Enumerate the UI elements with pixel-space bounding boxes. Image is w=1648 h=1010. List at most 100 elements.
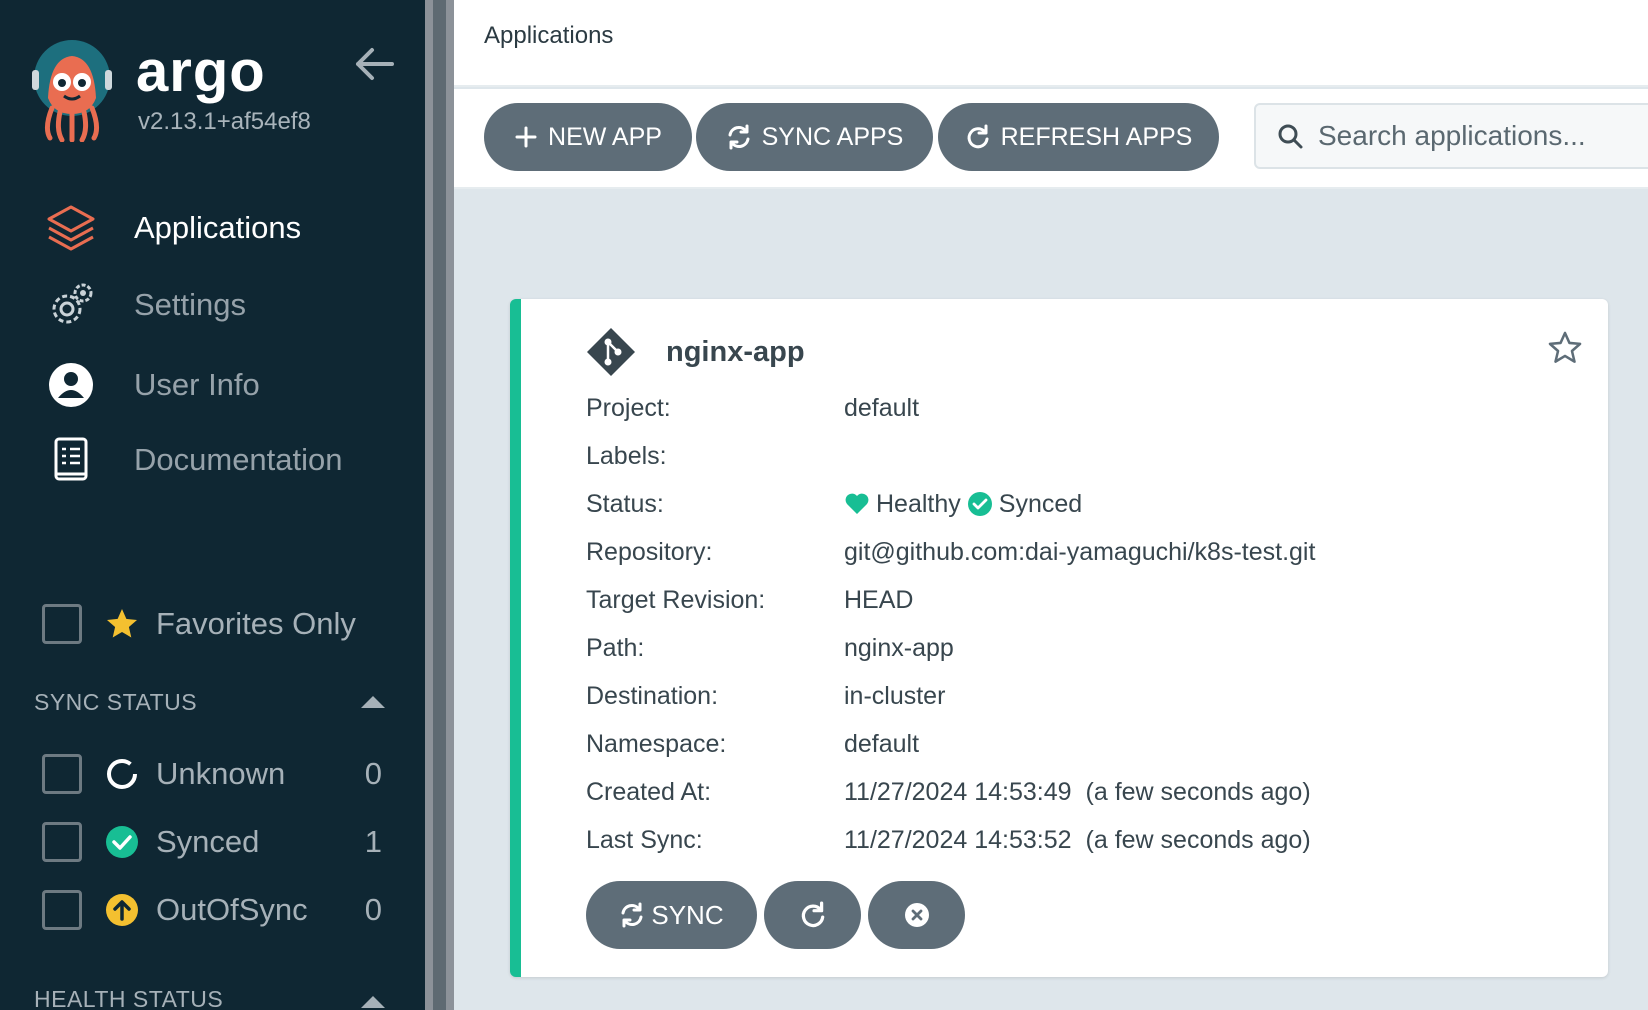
prop-key: Status:: [586, 489, 664, 518]
health-status-title: HEALTH STATUS: [34, 986, 224, 1010]
prop-last-sync: Last Sync: 11/27/2024 14:53:52 (a few se…: [586, 816, 1315, 864]
namespace-value: default: [844, 729, 920, 758]
prop-key: Destination:: [586, 681, 719, 710]
delete-button[interactable]: [868, 881, 965, 949]
destination-value: in-cluster: [844, 681, 946, 710]
prop-labels: Labels:: [586, 432, 1315, 480]
app-name[interactable]: nginx-app: [666, 336, 805, 369]
nav-applications-label: Applications: [134, 210, 302, 245]
app-properties: Project: default Labels: Status: Healthy…: [586, 384, 1315, 864]
nav-settings-label: Settings: [134, 287, 247, 322]
prop-project: Project: default: [586, 384, 1315, 432]
plus-icon: [515, 126, 537, 148]
sync-status-title: SYNC STATUS: [34, 689, 198, 715]
favorite-star-button[interactable]: [1546, 329, 1584, 367]
version-label: v2.13.1+af54ef8: [138, 108, 311, 135]
sync-icon: [621, 902, 643, 928]
prop-path: Path: nginx-app: [586, 624, 1315, 672]
prop-key: Namespace:: [586, 729, 727, 758]
sidebar-resize-handle[interactable]: [425, 0, 454, 1010]
git-icon: [587, 328, 635, 376]
refresh-apps-button[interactable]: REFRESH APPS: [938, 103, 1219, 171]
app-card[interactable]: nginx-app Project: default Labels: Statu…: [510, 299, 1608, 977]
prop-key: Repository:: [586, 537, 713, 566]
created-at-relative: (a few seconds ago): [1085, 777, 1311, 806]
search-icon: [1278, 124, 1303, 149]
page-title: Applications: [484, 22, 614, 49]
prop-key: Target Revision:: [586, 585, 766, 614]
repository-value: git@github.com:dai-yamaguchi/k8s-test.gi…: [844, 537, 1316, 566]
search-input[interactable]: [1318, 120, 1648, 152]
gears-icon: [40, 278, 102, 332]
nav-settings[interactable]: Settings: [40, 275, 400, 335]
app-card-actions: SYNC: [586, 881, 972, 949]
prop-target-revision: Target Revision: HEAD: [586, 576, 1315, 624]
sync-apps-label: SYNC APPS: [761, 122, 904, 151]
project-value: default: [844, 393, 920, 422]
prop-key: Labels:: [586, 441, 667, 470]
nav-documentation[interactable]: Documentation: [40, 430, 400, 490]
sync-button[interactable]: SYNC: [586, 881, 757, 949]
collapse-sidebar-button[interactable]: [352, 44, 398, 84]
prop-repository: Repository: git@github.com:dai-yamaguchi…: [586, 528, 1315, 576]
redo-icon: [967, 124, 989, 149]
health-status-collapse-toggle[interactable]: [358, 992, 388, 1010]
sync-filter-unknown[interactable]: Unknown 0: [42, 751, 382, 797]
sync-apps-button[interactable]: SYNC APPS: [696, 103, 933, 171]
outofsync-label: OutOfSync: [156, 892, 308, 927]
outofsync-count: 0: [364, 892, 382, 927]
new-app-label: NEW APP: [548, 122, 662, 151]
target-revision-value: HEAD: [844, 585, 914, 614]
refresh-apps-label: REFRESH APPS: [1000, 122, 1193, 151]
sync-status-collapse-toggle[interactable]: [358, 692, 388, 712]
prop-key: Project:: [586, 393, 671, 422]
star-icon: [104, 606, 140, 642]
favorites-checkbox[interactable]: [42, 604, 82, 644]
toolbar: NEW APP SYNC APPS REFRESH APPS: [454, 89, 1648, 189]
created-at-timestamp: 11/27/2024 14:53:49: [844, 777, 1072, 806]
sync-filter-synced[interactable]: Synced 1: [42, 819, 382, 865]
caret-up-icon: [361, 996, 385, 1008]
app-card-header: nginx-app: [586, 327, 805, 377]
sidebar: argo v2.13.1+af54ef8 Applications Settin…: [0, 0, 425, 1010]
prop-key: Created At:: [586, 777, 712, 806]
new-app-button[interactable]: NEW APP: [484, 103, 692, 171]
search-box[interactable]: [1254, 103, 1648, 169]
arrow-up-circle-icon: [104, 892, 140, 928]
unknown-label: Unknown: [156, 756, 286, 791]
prop-namespace: Namespace: default: [586, 720, 1315, 768]
path-value: nginx-app: [844, 633, 954, 662]
prop-destination: Destination: in-cluster: [586, 672, 1315, 720]
nav-user-info[interactable]: User Info: [40, 355, 400, 415]
prop-key: Last Sync:: [586, 825, 703, 854]
heart-icon: [845, 493, 869, 514]
nav-documentation-label: Documentation: [134, 442, 343, 477]
last-sync-value: 11/27/2024 14:53:52 (a few seconds ago): [844, 826, 1311, 855]
brand-name: argo: [136, 39, 266, 104]
nav-user-info-label: User Info: [134, 367, 260, 402]
nav-applications[interactable]: Applications: [40, 198, 400, 258]
health-status-text: Healthy: [876, 489, 961, 518]
unknown-checkbox[interactable]: [42, 754, 82, 794]
prop-key: Path:: [586, 633, 645, 662]
last-sync-timestamp: 11/27/2024 14:53:52: [844, 825, 1072, 854]
redo-icon: [801, 901, 824, 928]
synced-checkbox[interactable]: [42, 822, 82, 862]
star-outline-icon: [1548, 331, 1582, 363]
favorites-label: Favorites Only: [156, 606, 356, 641]
check-circle-icon: [104, 824, 140, 860]
created-at-value: 11/27/2024 14:53:49 (a few seconds ago): [844, 778, 1311, 807]
sync-icon: [728, 124, 750, 150]
prop-created-at: Created At: 11/27/2024 14:53:49 (a few s…: [586, 768, 1315, 816]
circle-notch-icon: [104, 756, 140, 792]
favorites-only-filter[interactable]: Favorites Only: [42, 601, 382, 647]
layers-icon: [40, 201, 102, 255]
refresh-button[interactable]: [764, 881, 861, 949]
argo-logo: [30, 38, 114, 143]
sync-status-text: Synced: [998, 489, 1083, 518]
times-circle-icon: [904, 903, 929, 927]
sync-filter-outofsync[interactable]: OutOfSync 0: [42, 887, 382, 933]
outofsync-checkbox[interactable]: [42, 890, 82, 930]
caret-up-icon: [361, 696, 385, 708]
last-sync-relative: (a few seconds ago): [1085, 825, 1311, 854]
